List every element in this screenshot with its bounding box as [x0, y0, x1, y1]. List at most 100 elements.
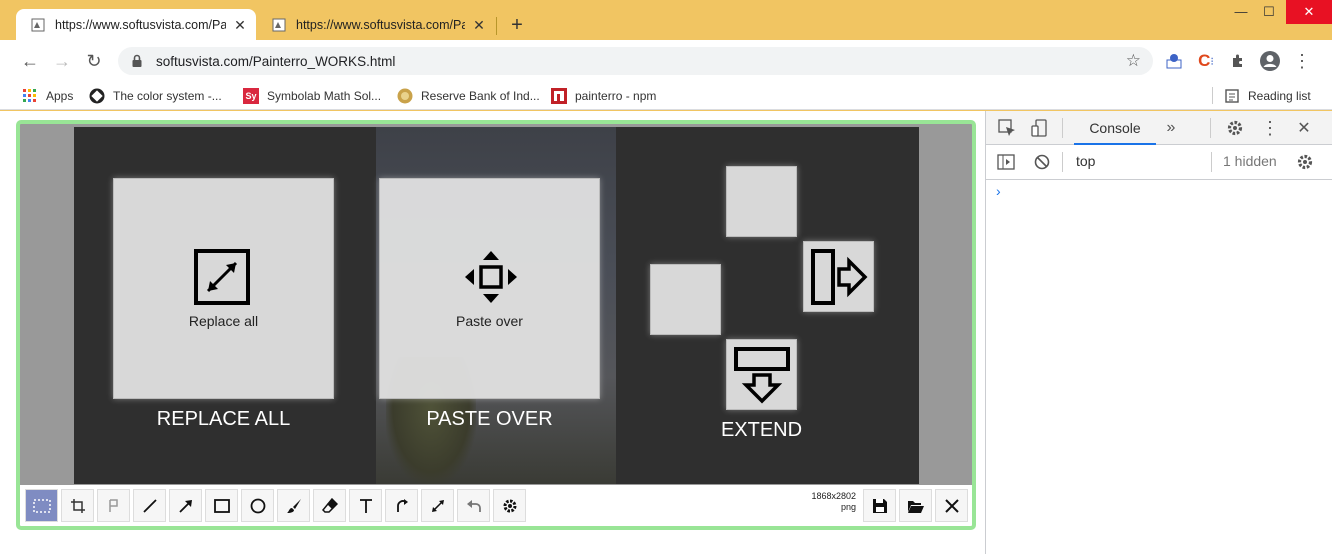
devtools-panel: Console » ⋮ ✕ top 1 hidden ›: [985, 111, 1332, 554]
inspect-element-icon[interactable]: [995, 116, 1019, 140]
bookmark-star-icon[interactable]: ☆: [1126, 51, 1141, 71]
replace-all-panel-label: Replace all: [188, 313, 259, 329]
maximize-icon[interactable]: ☐: [1252, 0, 1286, 24]
close-editor-button[interactable]: [935, 489, 968, 522]
bookmark-apps[interactable]: Apps: [22, 86, 73, 106]
npm-logo-icon: [551, 88, 567, 104]
replace-all-panel[interactable]: Replace all: [113, 178, 334, 399]
hidden-messages-count[interactable]: 1 hidden: [1223, 153, 1277, 169]
pixelize-tool-button[interactable]: [97, 489, 130, 522]
replace-all-label: REPLACE ALL: [156, 408, 291, 430]
site-favicon-icon: [30, 17, 46, 33]
line-icon: [142, 498, 157, 513]
resize-tool-button[interactable]: [421, 489, 454, 522]
painterro-editor: Replace all REPLACE ALL Paste over PASTE…: [16, 120, 976, 530]
extend-top-square[interactable]: [726, 166, 797, 237]
undo-icon: [466, 499, 481, 512]
paste-over-panel[interactable]: Paste over: [379, 178, 600, 399]
device-toolbar-icon[interactable]: [1028, 116, 1052, 140]
extend-bottom-button[interactable]: [726, 339, 797, 410]
extend-down-arrow-icon: [732, 345, 792, 405]
select-tool-button[interactable]: [25, 489, 58, 522]
tab-separator: [496, 17, 497, 35]
extension-icon[interactable]: [1162, 49, 1186, 73]
console-toolbar: top 1 hidden: [986, 145, 1332, 180]
forward-icon[interactable]: →: [50, 49, 74, 73]
tab-close-icon[interactable]: ✕: [232, 17, 248, 33]
painterro-toolbar: 1868x2802 png: [20, 485, 972, 526]
extend-label: EXTEND: [720, 419, 803, 441]
brush-tool-button[interactable]: [277, 489, 310, 522]
lock-icon: [130, 54, 144, 68]
devtools-close-icon[interactable]: ✕: [1292, 116, 1316, 140]
console-settings-gear-icon[interactable]: [1293, 150, 1317, 174]
console-sidebar-icon[interactable]: [994, 150, 1018, 174]
reading-list-button[interactable]: Reading list: [1224, 86, 1311, 106]
resize-icon: [431, 499, 444, 512]
rotate-tool-button[interactable]: [385, 489, 418, 522]
extend-left-square[interactable]: [650, 264, 721, 335]
rbi-logo-icon: [397, 88, 413, 104]
tab-active[interactable]: https://www.softusvista.com/Painterro_WO…: [16, 9, 256, 40]
tab-console[interactable]: Console: [1074, 111, 1156, 145]
rectangle-icon: [213, 498, 230, 513]
ellipse-tool-button[interactable]: [241, 489, 274, 522]
browser-toolbar: ← → ↻ softusvista.com/Painterro_WORKS.ht…: [0, 40, 1332, 81]
devtools-separator: [1062, 152, 1063, 172]
bookmark-npm[interactable]: painterro - npm: [551, 86, 656, 106]
image-size-info: 1868x2802 png: [798, 491, 856, 513]
text-tool-button[interactable]: [349, 489, 382, 522]
new-tab-icon[interactable]: +: [506, 14, 528, 36]
apps-grid-icon: [22, 88, 38, 104]
devtools-separator: [1062, 118, 1063, 138]
clear-console-icon[interactable]: [1030, 150, 1054, 174]
bookmark-label: Reserve Bank of Ind...: [421, 89, 540, 103]
window-close-icon[interactable]: ✕: [1286, 0, 1332, 24]
extend-right-arrow-icon: [809, 247, 869, 307]
arrow-icon: [178, 499, 192, 513]
browser-menu-icon[interactable]: ⋮: [1290, 49, 1314, 73]
url-text: softusvista.com/Painterro_WORKS.html: [156, 53, 396, 69]
undo-tool-button[interactable]: [457, 489, 490, 522]
rect-tool-button[interactable]: [205, 489, 238, 522]
more-tabs-chevron-icon[interactable]: »: [1159, 116, 1183, 140]
open-button[interactable]: [899, 489, 932, 522]
tab-inactive[interactable]: https://www.softusvista.com/Painterro_WO…: [257, 9, 495, 40]
replace-all-icon: [194, 249, 250, 305]
tab-title: https://www.softusvista.com/Painterro_WO…: [296, 17, 465, 32]
address-bar[interactable]: softusvista.com/Painterro_WORKS.html ☆: [118, 47, 1153, 75]
devtools-settings-gear-icon[interactable]: [1223, 116, 1247, 140]
crop-tool-button[interactable]: [61, 489, 94, 522]
bookmark-color-system[interactable]: The color system -...: [89, 86, 222, 106]
bookmark-symbolab[interactable]: Sy Symbolab Math Sol...: [243, 86, 381, 106]
save-icon: [872, 498, 887, 513]
arrow-tool-button[interactable]: [169, 489, 202, 522]
close-x-icon: [944, 498, 959, 513]
open-folder-icon: [907, 500, 924, 513]
context-selector[interactable]: top: [1076, 153, 1095, 169]
console-prompt-chevron-icon[interactable]: ›: [996, 183, 1001, 199]
bookmarks-bar: Apps The color system -... Sy Symbolab M…: [0, 81, 1332, 110]
text-icon: [359, 498, 372, 513]
symbolab-logo-icon: Sy: [243, 88, 259, 104]
devtools-menu-icon[interactable]: ⋮: [1258, 116, 1282, 140]
reload-icon[interactable]: ↻: [82, 49, 106, 73]
colorzilla-extension-icon[interactable]: C ⁝: [1194, 49, 1218, 73]
save-button[interactable]: [863, 489, 896, 522]
extensions-puzzle-icon[interactable]: [1226, 49, 1250, 73]
pixelize-icon: [108, 498, 118, 512]
extend-right-button[interactable]: [803, 241, 874, 312]
paste-over-panel-label: Paste over: [456, 313, 523, 329]
profile-avatar-icon[interactable]: [1258, 49, 1282, 73]
devtools-tabbar: Console » ⋮ ✕: [986, 111, 1332, 145]
tab-close-icon[interactable]: ✕: [471, 17, 487, 33]
select-area-icon: [32, 498, 51, 513]
back-icon[interactable]: ←: [18, 49, 42, 73]
settings-tool-button[interactable]: [493, 489, 526, 522]
bookmark-rbi[interactable]: Reserve Bank of Ind...: [397, 86, 540, 106]
eraser-tool-button[interactable]: [313, 489, 346, 522]
image-dimensions: 1868x2802: [811, 491, 856, 501]
line-tool-button[interactable]: [133, 489, 166, 522]
ellipse-icon: [250, 498, 265, 513]
bookmark-label: The color system -...: [113, 89, 222, 103]
